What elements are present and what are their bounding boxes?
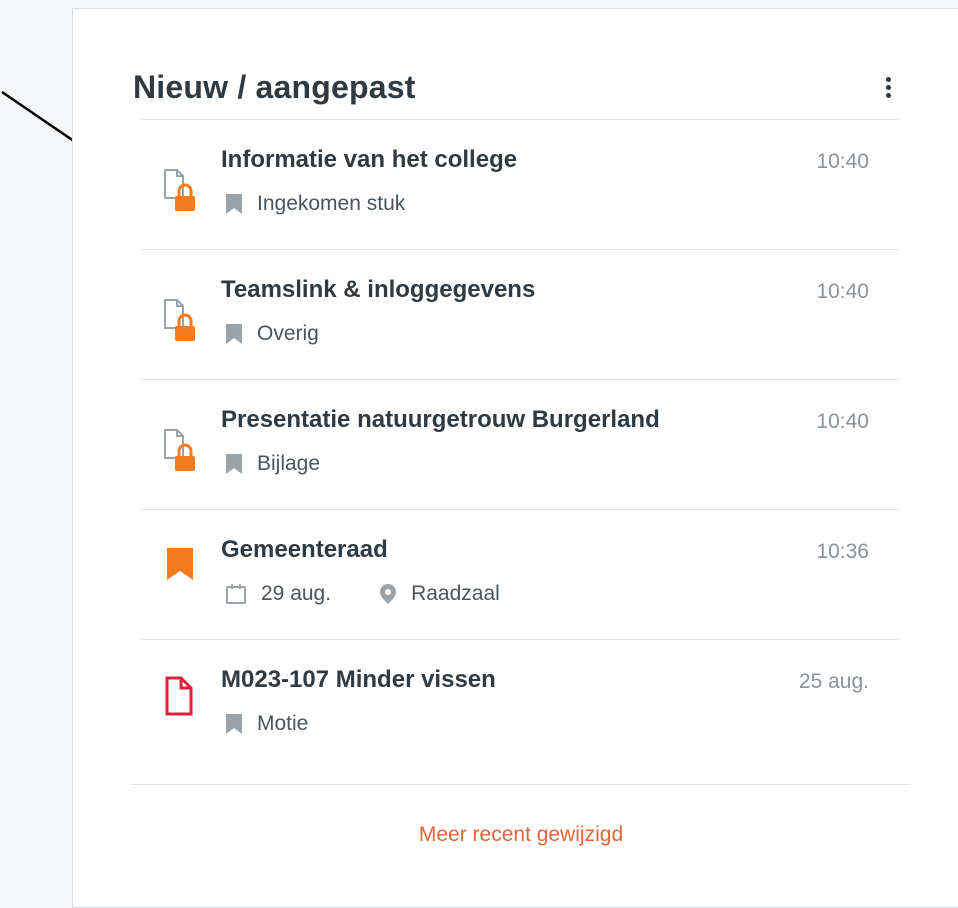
item-category: Overig	[257, 322, 319, 345]
bookmark-icon	[226, 714, 242, 734]
item-meta: Overig	[225, 322, 319, 346]
document-icon	[165, 676, 193, 716]
item-time: 10:40	[816, 410, 869, 433]
item-category: Bijlage	[257, 452, 321, 475]
item-meta: Motie	[225, 712, 308, 736]
item-date: 29 aug.	[261, 582, 332, 605]
bookmark-icon	[167, 548, 193, 580]
list-item[interactable]: Teamslink & inloggegevens 10:40 Overig	[141, 249, 899, 379]
more-vertical-icon[interactable]	[875, 67, 901, 107]
item-category: Ingekomen stuk	[257, 192, 406, 215]
locked-document-icon	[164, 299, 195, 341]
locked-document-icon	[164, 429, 195, 471]
card-title: Nieuw / aangepast	[133, 68, 416, 105]
list-item[interactable]: Gemeenteraad 10:36 29 aug. Raadzaal	[141, 509, 899, 639]
item-title: Informatie van het college	[221, 146, 518, 173]
item-title: M023-107 Minder vissen	[221, 666, 496, 693]
item-title: Presentatie natuurgetrouw Burgerland	[221, 406, 660, 433]
list-item[interactable]: Presentatie natuurgetrouw Burgerland 10:…	[141, 379, 899, 509]
item-time: 10:40	[816, 150, 869, 173]
bookmark-icon	[226, 454, 242, 474]
item-time: 10:40	[816, 280, 869, 303]
list-item[interactable]: Informatie van het college 10:40 Ingekom…	[141, 119, 899, 249]
item-location: Raadzaal	[411, 582, 500, 605]
item-time: 25 aug.	[798, 670, 869, 693]
item-title: Teamslink & inloggegevens	[221, 276, 536, 303]
calendar-icon	[226, 584, 246, 604]
location-pin-icon	[380, 584, 397, 604]
list-item[interactable]: M023-107 Minder vissen 25 aug. Motie	[141, 639, 899, 769]
more-recent-link[interactable]: Meer recent gewijzigd	[131, 823, 911, 847]
bookmark-icon	[226, 194, 242, 214]
item-time: 10:36	[816, 540, 869, 563]
divider	[131, 784, 911, 785]
item-category: Motie	[257, 712, 309, 735]
item-meta: 29 aug. Raadzaal	[225, 582, 500, 606]
item-title: Gemeenteraad	[221, 536, 388, 563]
item-meta: Bijlage	[225, 452, 320, 476]
recent-items-list: Informatie van het college 10:40 Ingekom…	[141, 119, 899, 769]
bookmark-icon	[226, 324, 242, 344]
card-header: Nieuw / aangepast	[133, 55, 901, 119]
locked-document-icon	[164, 169, 195, 211]
recent-changes-card: Nieuw / aangepast Informatie van het col…	[72, 8, 958, 908]
item-meta: Ingekomen stuk	[225, 192, 405, 216]
